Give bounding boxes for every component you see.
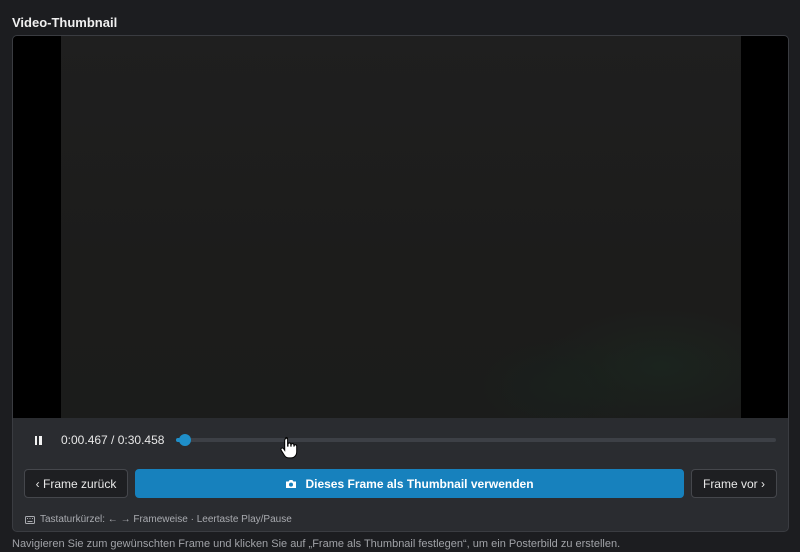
camera-icon bbox=[286, 479, 297, 488]
play-pause-button[interactable] bbox=[27, 429, 49, 451]
player-controls: 0:00.467 / 0:30.458 bbox=[13, 418, 788, 462]
section-title: Video-Thumbnail bbox=[12, 15, 118, 30]
video-thumbnail-page: Video-Thumbnail 0:00.467 / 0:30.458 ‹ Fr… bbox=[0, 0, 800, 552]
hand-cursor-icon bbox=[280, 436, 298, 459]
set-thumbnail-button[interactable]: Dieses Frame als Thumbnail verwenden bbox=[135, 469, 684, 498]
time-display: 0:00.467 / 0:30.458 bbox=[61, 433, 165, 447]
next-frame-label: Frame vor › bbox=[702, 476, 765, 491]
video-player[interactable] bbox=[13, 36, 788, 418]
set-thumbnail-label: Dieses Frame als Thumbnail verwenden bbox=[305, 476, 534, 491]
shortcut-hint-text: Tastaturkürzel: ← → Frameweise · Leertas… bbox=[40, 514, 292, 525]
seek-slider[interactable] bbox=[176, 434, 776, 446]
shortcut-hint: Tastaturkürzel: ← → Frameweise · Leertas… bbox=[25, 514, 292, 525]
next-frame-button[interactable]: Frame vor › bbox=[691, 469, 777, 498]
seek-track bbox=[176, 438, 776, 442]
video-frame bbox=[61, 36, 741, 418]
prev-frame-label: ‹ Frame zurück bbox=[35, 476, 117, 491]
footer-help-text: Navigieren Sie zum gewünschten Frame und… bbox=[12, 538, 621, 550]
video-panel: 0:00.467 / 0:30.458 ‹ Frame zurück Diese… bbox=[12, 35, 789, 532]
prev-frame-button[interactable]: ‹ Frame zurück bbox=[24, 469, 128, 498]
keyboard-icon bbox=[25, 515, 35, 524]
pause-icon bbox=[34, 435, 42, 445]
seek-thumb[interactable] bbox=[179, 434, 192, 446]
